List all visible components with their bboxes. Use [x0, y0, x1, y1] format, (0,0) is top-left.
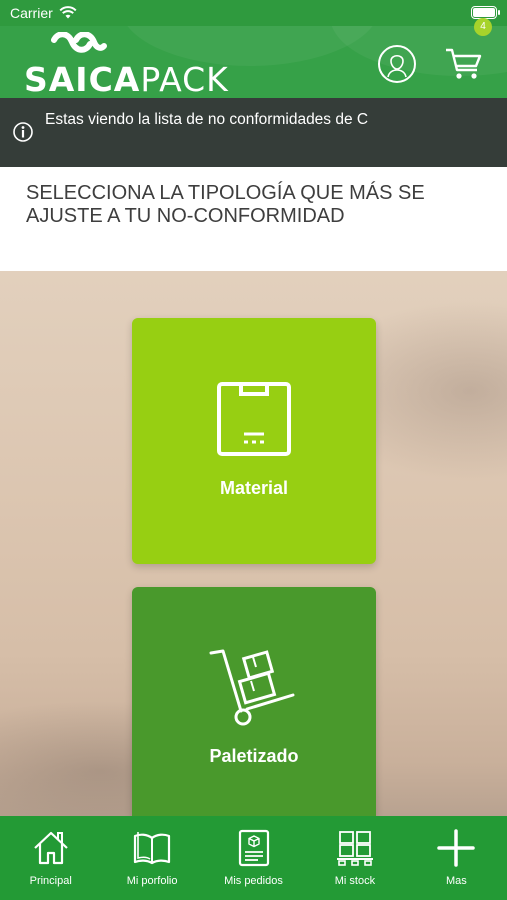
cart-button[interactable] [444, 42, 484, 82]
cart-count-badge: 4 [474, 18, 492, 36]
tab-label: Mas [445, 875, 467, 887]
logo-mark-icon [51, 32, 107, 53]
user-icon [387, 54, 407, 78]
material-card-button[interactable]: Material [132, 318, 376, 564]
logo-wordmark: SAICAPACK [24, 60, 229, 98]
tab-mi-porfolio[interactable]: Mi porfolio [101, 816, 202, 900]
carrier-indicator: Carrier [10, 5, 77, 21]
logo-text-light: PACK [140, 60, 229, 98]
saicapack-logo[interactable]: SAICAPACK [24, 32, 228, 98]
tab-mas[interactable]: Mas [406, 816, 507, 900]
bottom-tab-bar: Principal Mi porfolio Mis pedidos Mi sto… [0, 816, 507, 900]
order-document-icon [238, 829, 269, 867]
paletizado-card-label: Paletizado [209, 746, 299, 766]
app-header: SAICAPACK [0, 26, 507, 98]
material-card-label: Material [219, 478, 289, 498]
info-message: Estas viendo la lista de no conformidade… [45, 111, 369, 128]
tab-label: Mi stock [334, 875, 376, 887]
prompt-section: SELECCIONA LA TIPOLOGÍA QUE MÁS SE AJUST… [0, 167, 507, 271]
wifi-icon [59, 6, 77, 19]
tab-label: Mi porfolio [126, 875, 178, 887]
profile-button[interactable] [378, 45, 416, 83]
carrier-label: Carrier [10, 5, 53, 21]
logo-text-bold: SAICA [24, 60, 141, 98]
info-bar: Estas viendo la lista de no conformidade… [0, 98, 507, 167]
home-icon [33, 831, 68, 865]
plus-icon [437, 829, 476, 867]
battery-icon [471, 6, 500, 19]
book-icon [134, 832, 171, 865]
tab-principal[interactable]: Principal [0, 816, 101, 900]
stock-pallet-icon [336, 831, 373, 866]
status-bar: Carrier [0, 0, 507, 26]
box-icon [217, 382, 291, 456]
tab-mi-stock[interactable]: Mi stock [304, 816, 405, 900]
hand-truck-icon [209, 649, 295, 726]
info-icon [13, 122, 33, 142]
tab-label: Mis pedidos [224, 875, 283, 887]
cart-icon [446, 48, 482, 79]
tab-mis-pedidos[interactable]: Mis pedidos [203, 816, 304, 900]
page-title: SELECCIONA LA TIPOLOGÍA QUE MÁS SE AJUST… [26, 182, 425, 227]
tab-label: Principal [29, 875, 72, 887]
paletizado-card-button[interactable]: Paletizado [132, 587, 376, 816]
